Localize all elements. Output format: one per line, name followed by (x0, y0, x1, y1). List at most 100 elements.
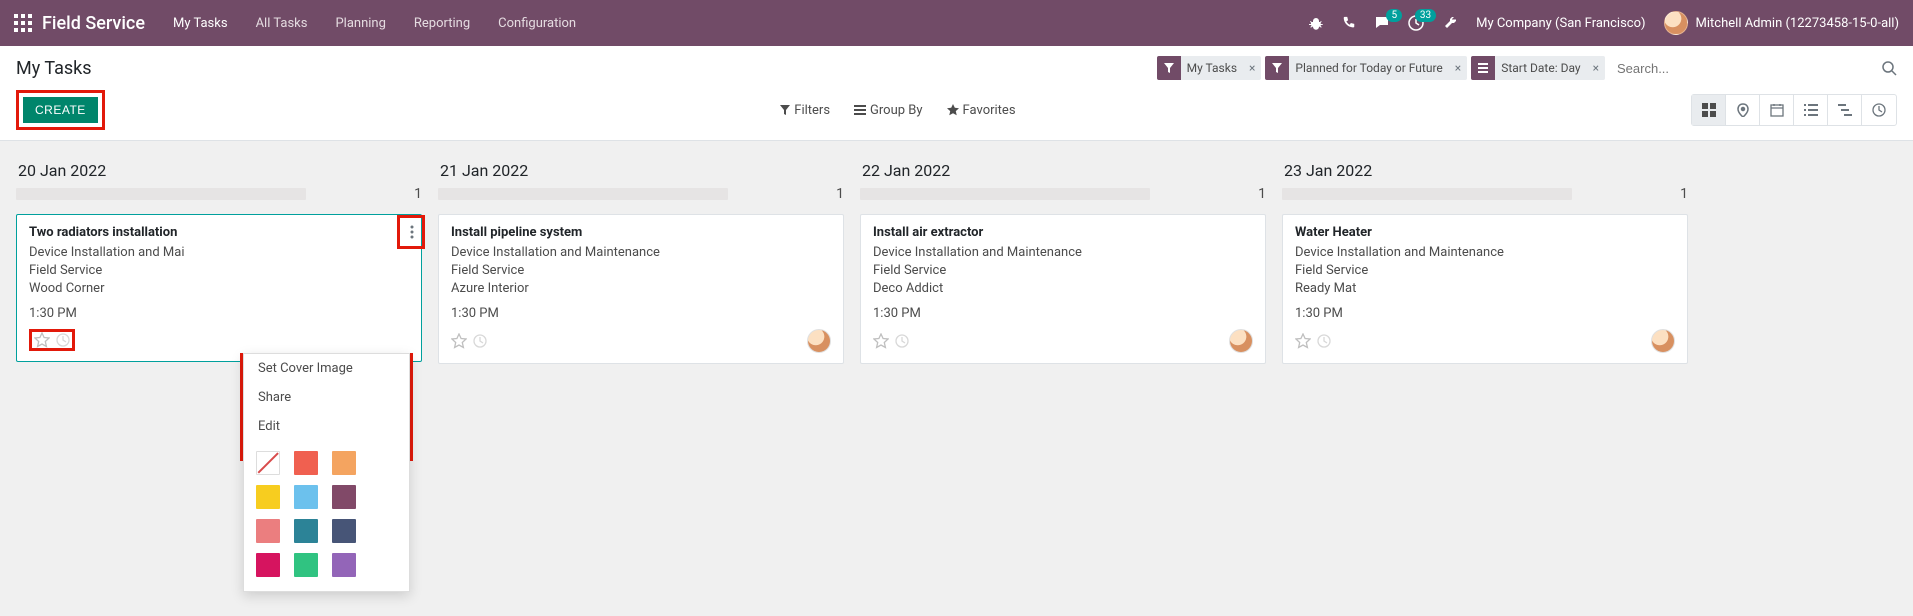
color-swatch[interactable] (332, 553, 356, 577)
gantt-view[interactable] (1828, 95, 1862, 125)
card-menu-highlight (397, 215, 425, 249)
card-customer: Wood Corner (29, 280, 409, 298)
menu-set-cover[interactable]: Set Cover Image (244, 354, 409, 383)
search-icon[interactable] (1881, 60, 1897, 76)
kanban-column: 21 Jan 2022 1 Install pipeline system De… (438, 157, 860, 364)
brand-title[interactable]: Field Service (42, 13, 145, 34)
user-menu[interactable]: Mitchell Admin (12273458-15-0-all) (1664, 11, 1899, 35)
tools-icon[interactable] (1442, 15, 1458, 31)
map-view[interactable] (1726, 95, 1760, 125)
star-icon[interactable] (451, 333, 467, 349)
column-progress: 1 (16, 186, 422, 202)
filter-icon (1157, 56, 1181, 80)
color-none[interactable] (256, 451, 280, 475)
card-title: Install pipeline system (451, 225, 831, 240)
nav-my-tasks[interactable]: My Tasks (173, 16, 228, 31)
card-time: 1:30 PM (451, 305, 831, 323)
facet-label: Start Date: Day (1495, 61, 1586, 75)
user-avatar (1664, 11, 1688, 35)
groupby-tool[interactable]: Group By (854, 103, 923, 118)
color-swatch[interactable] (294, 553, 318, 577)
clock-icon[interactable] (56, 333, 70, 347)
main-nav: My Tasks All Tasks Planning Reporting Co… (173, 16, 576, 31)
color-swatch[interactable] (332, 519, 356, 543)
calendar-view[interactable] (1760, 95, 1794, 125)
apps-icon[interactable] (14, 14, 32, 32)
create-button[interactable]: CREATE (23, 97, 98, 123)
assignee-avatar[interactable] (807, 329, 831, 353)
progress-bar[interactable] (16, 188, 306, 200)
messaging-icon[interactable]: 5 (1374, 15, 1390, 31)
progress-bar[interactable] (860, 188, 1150, 200)
activity-icon[interactable]: 33 (1408, 15, 1424, 31)
column-title: 23 Jan 2022 (1284, 161, 1372, 180)
kanban-column: 20 Jan 2022 1 Two radiators installation… (16, 157, 438, 362)
nav-planning[interactable]: Planning (335, 16, 385, 31)
color-swatch[interactable] (294, 485, 318, 509)
groupby-label: Group By (870, 103, 923, 118)
color-swatch[interactable] (256, 519, 280, 543)
kanban-board: 20 Jan 2022 1 Two radiators installation… (0, 141, 1913, 380)
company-name[interactable]: My Company (San Francisco) (1476, 16, 1645, 31)
facet-close[interactable]: × (1587, 61, 1605, 75)
nav-reporting[interactable]: Reporting (414, 16, 470, 31)
kanban-card[interactable]: Two radiators installation Device Instal… (16, 214, 422, 362)
card-time: 1:30 PM (1295, 305, 1675, 323)
filters-label: Filters (794, 103, 830, 118)
header-right: 5 33 My Company (San Francisco) Mitchell… (1308, 11, 1899, 35)
kanban-card[interactable]: Water Heater Device Installation and Mai… (1282, 214, 1688, 364)
favorites-tool[interactable]: Favorites (947, 103, 1016, 118)
assignee-avatar[interactable] (1229, 329, 1253, 353)
star-icon[interactable] (1295, 333, 1311, 349)
menu-edit[interactable]: Edit (244, 412, 409, 441)
progress-bar[interactable] (438, 188, 728, 200)
star-icon[interactable] (34, 332, 50, 348)
card-title: Install air extractor (873, 225, 1253, 240)
search-input[interactable] (1609, 57, 1869, 80)
search-tools: Filters Group By Favorites (780, 103, 1015, 118)
color-swatch[interactable] (294, 451, 318, 475)
messaging-badge: 5 (1386, 9, 1402, 22)
progress-bar[interactable] (1282, 188, 1572, 200)
group-icon (1471, 56, 1495, 80)
card-dropdown: Set Cover Image Share Edit (243, 353, 410, 592)
card-project: Device Installation and Maintenance (873, 244, 1253, 262)
color-swatch[interactable] (294, 519, 318, 543)
color-swatch[interactable] (332, 485, 356, 509)
card-team: Field Service (29, 262, 409, 280)
color-swatch[interactable] (256, 485, 280, 509)
card-menu-icon[interactable] (402, 220, 422, 244)
assignee-avatar[interactable] (1651, 329, 1675, 353)
clock-icon[interactable] (473, 334, 487, 348)
card-team: Field Service (1295, 262, 1675, 280)
column-count: 1 (1680, 186, 1688, 202)
facet-close[interactable]: × (1243, 61, 1261, 75)
column-progress: 1 (860, 186, 1266, 202)
kanban-card[interactable]: Install pipeline system Device Installat… (438, 214, 844, 364)
star-icon[interactable] (873, 333, 889, 349)
activity-view[interactable] (1862, 95, 1896, 125)
color-swatch[interactable] (332, 451, 356, 475)
filter-icon (1265, 56, 1289, 80)
column-title: 20 Jan 2022 (18, 161, 106, 180)
card-customer: Ready Mat (1295, 280, 1675, 298)
color-swatch[interactable] (256, 553, 280, 577)
color-picker (244, 441, 409, 591)
phone-icon[interactable] (1342, 16, 1356, 30)
column-progress: 1 (1282, 186, 1688, 202)
view-switcher (1691, 94, 1897, 126)
nav-all-tasks[interactable]: All Tasks (256, 16, 308, 31)
kanban-view[interactable] (1692, 95, 1726, 125)
card-project: Device Installation and Mai (29, 244, 409, 262)
bug-icon[interactable] (1308, 15, 1324, 31)
filters-tool[interactable]: Filters (780, 103, 830, 118)
facet-close[interactable]: × (1449, 61, 1467, 75)
menu-share[interactable]: Share (244, 383, 409, 412)
list-view[interactable] (1794, 95, 1828, 125)
nav-configuration[interactable]: Configuration (498, 16, 576, 31)
activity-badge: 33 (1415, 9, 1436, 22)
clock-icon[interactable] (1317, 334, 1331, 348)
facet-label: Planned for Today or Future (1289, 61, 1448, 75)
kanban-card[interactable]: Install air extractor Device Installatio… (860, 214, 1266, 364)
clock-icon[interactable] (895, 334, 909, 348)
